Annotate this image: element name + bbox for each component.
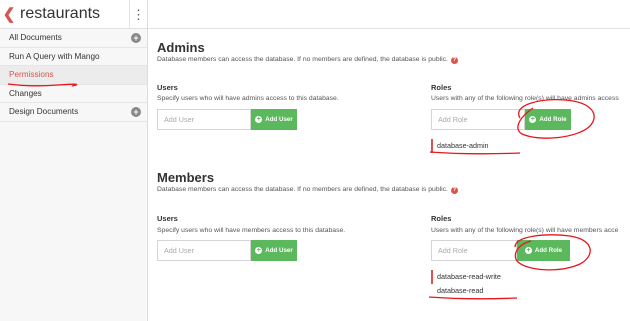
members-add-user-button-label: Add User xyxy=(265,247,293,254)
members-description: Database members can access the database… xyxy=(157,186,458,194)
members-add-role-input[interactable] xyxy=(431,240,517,261)
sidebar-nav: All Documents + Run A Query with Mango P… xyxy=(0,29,147,122)
admins-add-role-button[interactable]: + Add Role xyxy=(525,109,571,130)
plus-circle-icon: + xyxy=(524,247,532,254)
members-add-user-button[interactable]: + Add User xyxy=(251,240,297,261)
sidebar-item-all-documents[interactable]: All Documents + xyxy=(0,29,147,48)
sidebar-item-changes[interactable]: Changes xyxy=(0,85,147,103)
add-icon[interactable]: + xyxy=(131,33,141,43)
admins-role-tag[interactable]: database-admin xyxy=(431,139,489,153)
members-add-role-button-label: Add Role xyxy=(534,247,563,254)
sidebar-item-label: Run A Query with Mango xyxy=(9,51,100,61)
members-users-label: Users xyxy=(157,214,178,223)
sidebar-item-mango-query[interactable]: Run A Query with Mango xyxy=(0,48,147,66)
admins-description: Database members can access the database… xyxy=(157,56,458,64)
sidebar-item-permissions[interactable]: Permissions xyxy=(0,66,147,85)
members-add-role-button[interactable]: + Add Role xyxy=(517,240,570,261)
sidebar-item-label: Design Documents xyxy=(9,107,79,116)
help-icon[interactable]: ? xyxy=(450,57,458,64)
admins-add-user-button[interactable]: + Add User xyxy=(251,109,297,130)
members-add-user-input[interactable] xyxy=(157,240,251,261)
sidebar: ❮ restaurants ⋮ All Documents + Run A Qu… xyxy=(0,0,148,321)
help-icon[interactable]: ? xyxy=(450,187,458,194)
admins-users-description: Specify users who will have admins acces… xyxy=(157,95,339,102)
members-users-description: Specify users who will have members acce… xyxy=(157,227,346,234)
members-description-text: Database members can access the database… xyxy=(157,186,448,193)
plus-circle-icon: + xyxy=(255,116,263,123)
plus-circle-icon: + xyxy=(529,116,537,123)
members-roles-description: Users with any of the following role(s) … xyxy=(431,227,619,234)
sidebar-header: ❮ restaurants ⋮ xyxy=(0,0,147,29)
members-title: Members xyxy=(157,170,215,185)
sidebar-item-label: All Documents xyxy=(9,33,62,42)
sidebar-item-label: Permissions xyxy=(9,70,54,79)
admins-roles-label: Roles xyxy=(431,83,452,92)
admins-add-role-input[interactable] xyxy=(431,109,525,130)
admins-add-user-button-label: Add User xyxy=(265,116,293,123)
plus-circle-icon: + xyxy=(255,247,263,254)
admins-title: Admins xyxy=(157,40,205,55)
admins-description-text: Database members can access the database… xyxy=(157,56,448,63)
top-bar xyxy=(148,0,630,29)
members-role-tag[interactable]: database-read xyxy=(431,284,483,298)
permissions-panel: Admins Database members can access the d… xyxy=(157,29,630,321)
admins-add-user-input[interactable] xyxy=(157,109,251,130)
sidebar-item-label: Changes xyxy=(9,88,42,98)
admins-users-label: Users xyxy=(157,83,178,92)
sidebar-item-design-documents[interactable]: Design Documents + xyxy=(0,103,147,122)
members-role-tag[interactable]: database-read-write xyxy=(431,270,501,284)
kebab-menu-icon[interactable]: ⋮ xyxy=(129,0,147,29)
members-roles-label: Roles xyxy=(431,214,452,223)
add-icon[interactable]: + xyxy=(131,107,141,117)
admins-add-role-button-label: Add Role xyxy=(539,116,567,123)
back-arrow-icon[interactable]: ❮ xyxy=(0,0,18,29)
database-name: restaurants xyxy=(20,5,101,22)
admins-roles-description: Users with any of the following role(s) … xyxy=(431,95,619,102)
